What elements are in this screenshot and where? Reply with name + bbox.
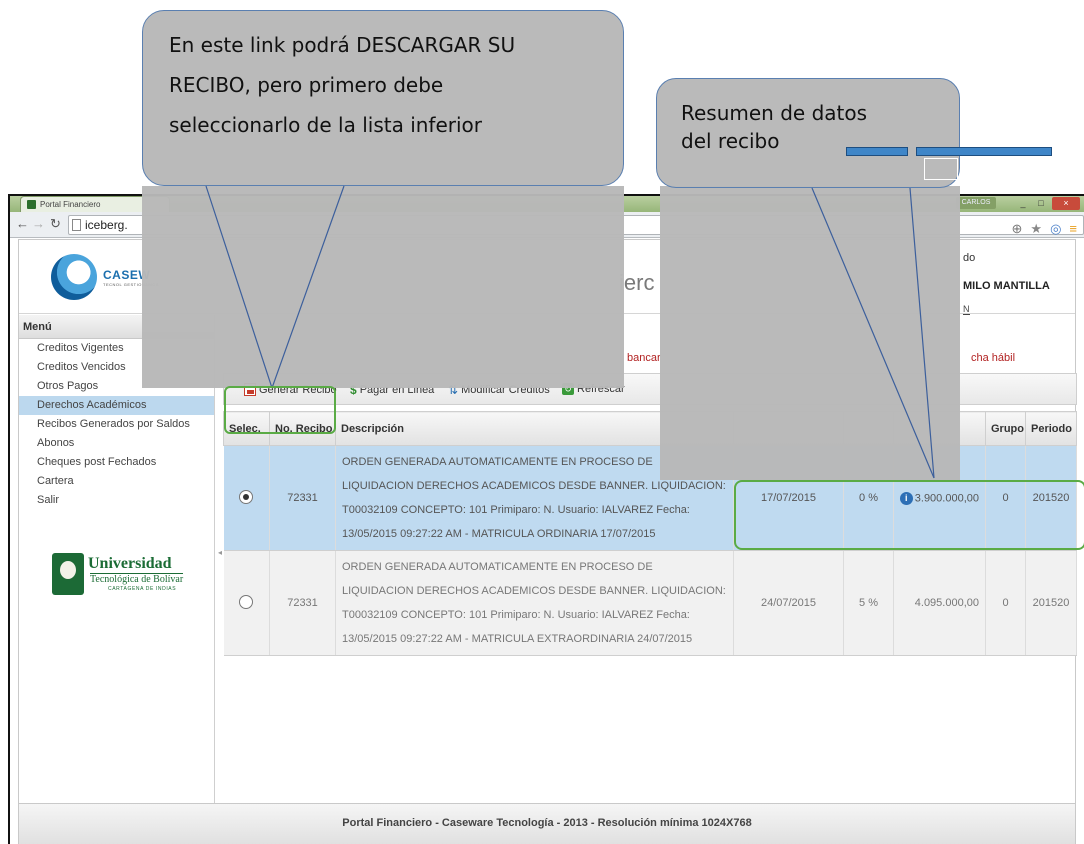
user-code[interactable]: N	[963, 304, 970, 315]
back-arrow-icon[interactable]: ←	[16, 216, 29, 231]
callout-download-line: RECIBO, pero primero debe	[169, 73, 444, 97]
receipt-date: 24/07/2015	[733, 550, 844, 656]
page-title: ierc	[619, 270, 655, 295]
user-welcome: do	[963, 252, 976, 264]
extension-icon[interactable]: ◎	[1050, 220, 1061, 238]
bookmark-star-icon[interactable]: ★	[1030, 220, 1042, 238]
redaction-bar	[916, 147, 1052, 156]
select-radio[interactable]	[239, 594, 254, 609]
sidebar-item[interactable]: Cheques post Fechados	[19, 453, 214, 472]
sidebar-item[interactable]: Salir	[19, 491, 214, 510]
university-city: CARTAGENA DE INDIAS	[108, 586, 177, 592]
zoom-icon[interactable]: ⊕	[1012, 220, 1023, 238]
column-header[interactable]: Periodo	[1025, 411, 1077, 446]
browser-menu-icon[interactable]: ≡	[1069, 220, 1077, 238]
university-subtitle: Tecnológica de Bolívar	[90, 573, 184, 585]
highlight-generate-receipt	[224, 386, 336, 434]
callout-download-line: En este link podrá DESCARGAR SU	[169, 33, 516, 57]
notice-text-left: bancar	[627, 352, 661, 364]
minimize-icon[interactable]: _	[1014, 197, 1032, 210]
sidebar-item[interactable]: Derechos Académicos	[19, 396, 214, 415]
column-header[interactable]: Grupo	[985, 411, 1026, 446]
select-cell[interactable]	[223, 445, 270, 551]
callout-download-tail	[142, 186, 624, 388]
university-seal-icon	[52, 553, 84, 595]
callout-marker-box	[924, 158, 958, 180]
receipt-amount-cell: 4.095.000,00	[893, 550, 986, 656]
select-radio[interactable]	[239, 489, 254, 504]
select-cell[interactable]	[223, 550, 270, 656]
favicon-icon	[27, 200, 36, 209]
callout-download: En este link podrá DESCARGAR SU RECIBO, …	[142, 10, 624, 186]
reload-icon[interactable]: ↻	[50, 216, 61, 232]
user-name: MILO MANTILLA	[963, 280, 1050, 292]
receipt-number: 72331	[269, 550, 336, 656]
url-text: iceberg.	[85, 218, 128, 232]
redaction-bar	[846, 147, 908, 156]
maximize-icon[interactable]: □	[1032, 197, 1050, 210]
receipt-percent: 5 %	[843, 550, 894, 656]
notice-text-right: cha hábil	[971, 352, 1016, 364]
receipt-group: 0	[985, 550, 1026, 656]
highlight-receipt-summary	[734, 480, 1084, 550]
sidebar-item[interactable]: Abonos	[19, 434, 214, 453]
callout-summary: Resumen de datos del recibo	[656, 78, 960, 188]
forward-arrow-icon[interactable]: →	[32, 216, 45, 231]
callout-download-line: seleccionarlo de la lista inferior	[169, 113, 483, 137]
sidebar-item[interactable]: Cartera	[19, 472, 214, 491]
table-row[interactable]: 72331 ORDEN GENERADA AUTOMATICAMENTE EN P…	[223, 550, 1077, 656]
receipt-number: 72331	[269, 445, 336, 551]
tab-title: Portal Financiero	[40, 200, 101, 209]
browser-user-pill[interactable]: CARLOS	[956, 197, 996, 209]
callout-summary-line: Resumen de datos	[681, 101, 868, 125]
page-footer: Portal Financiero - Caseware Tecnología …	[19, 803, 1075, 844]
receipt-period: 201520	[1025, 550, 1077, 656]
page-icon	[72, 219, 81, 231]
receipt-description: ORDEN GENERADA AUTOMATICAMENTE EN PROCES…	[335, 550, 734, 656]
callout-summary-tail	[660, 186, 960, 480]
sidebar: Menú Creditos Vigentes Creditos Vencidos O…	[19, 315, 215, 803]
university-name: Universidad	[88, 555, 172, 572]
university-logo: Universidad Tecnológica de Bolívar CARTA…	[52, 553, 208, 595]
caseware-logo-icon	[51, 254, 97, 300]
close-icon[interactable]: ×	[1052, 197, 1080, 210]
sidebar-item[interactable]: Recibos Generados por Saldos	[19, 415, 214, 434]
receipt-amount: 4.095.000,00	[914, 597, 979, 609]
